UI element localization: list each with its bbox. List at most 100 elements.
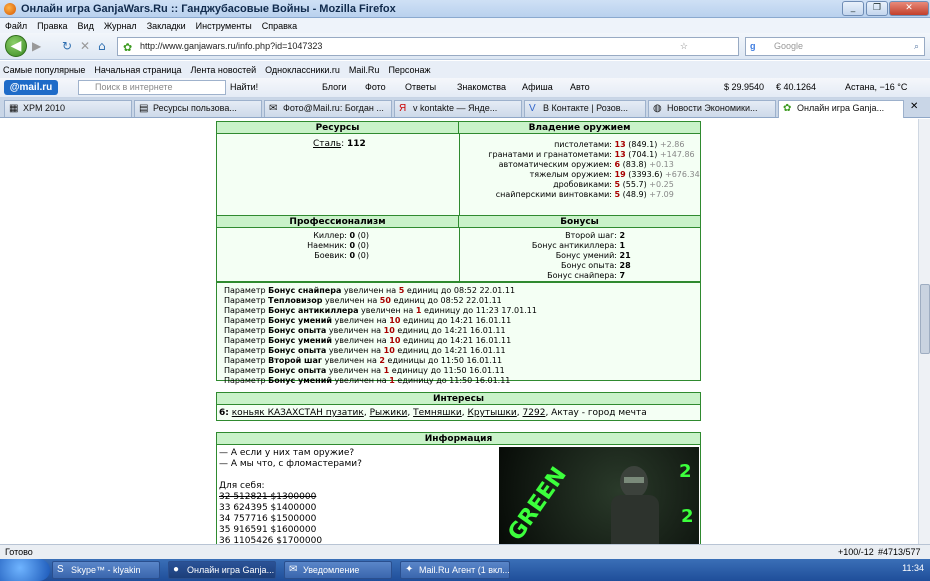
menu-bar: Файл Правка Вид Журнал Закладки Инструме… xyxy=(0,18,930,33)
svg-text:2: 2 xyxy=(681,506,694,527)
bookmark-mailru[interactable]: Mail.Ru xyxy=(349,65,380,75)
svg-text:2: 2 xyxy=(679,461,692,482)
interest-link[interactable]: Крутышки xyxy=(467,408,516,418)
vertical-scrollbar[interactable] xyxy=(918,119,930,544)
profession-row: Боевик: 0 (0) xyxy=(314,251,370,260)
bonus-log: Параметр Бонус снайпера увеличен на 5 ед… xyxy=(216,282,701,385)
page-content: Ресурсы Владение оружием Сталь: 112 пист… xyxy=(0,119,918,544)
menu-tools[interactable]: Инструменты xyxy=(196,21,252,31)
navigation-toolbar: ◀ ▶ ↻ ✕ ⌂ ✿ http://www.ganjawars.ru/info… xyxy=(0,33,930,60)
eur-rate: € 40.1264 xyxy=(776,82,817,92)
tab-vkontakte[interactable]: VВ Контакте | Розов... xyxy=(524,100,646,117)
mail-icon: ✉ xyxy=(269,103,278,114)
toolbar-dating[interactable]: Знакомства xyxy=(457,82,506,92)
bonuses-header: Бонусы xyxy=(459,216,700,228)
profession-row: Наемник: 0 (0) xyxy=(307,241,370,250)
tab-ganjawars[interactable]: ✿ Онлайн игра Ganja... xyxy=(778,100,904,118)
close-window-button[interactable]: ✕ xyxy=(889,1,929,16)
taskbar: S Skype™ - klyakin ● Онлайн игра Ganja... … xyxy=(0,559,930,581)
bookmark-character[interactable]: Персонаж xyxy=(388,65,430,75)
steel-link[interactable]: Сталь xyxy=(313,139,341,149)
toolbar-blogs[interactable]: Блоги xyxy=(322,82,346,92)
leaf-icon: ✿ xyxy=(783,103,792,114)
magnifier-icon[interactable]: ⌕ xyxy=(914,38,919,55)
grid-icon: ▦ xyxy=(9,103,19,114)
tab-yandex[interactable]: Яv kontakte — Янде... xyxy=(394,100,522,117)
menu-file[interactable]: Файл xyxy=(5,21,27,31)
interests-box: Интересы 6: коньяк КАЗАХСТАН пузатик, Ры… xyxy=(216,392,701,421)
title-bar: Онлайн игра GanjaWars.Ru :: Ганджубасовы… xyxy=(0,0,930,18)
toolbar-answers[interactable]: Ответы xyxy=(405,82,436,92)
maximize-button[interactable]: ❐ xyxy=(866,1,888,16)
minimize-button[interactable]: _ xyxy=(842,1,864,16)
log-line: Параметр Бонус умений увеличен на 10 еди… xyxy=(224,336,512,345)
search-input[interactable]: Google g ⌕ xyxy=(745,37,925,56)
log-line: Параметр Бонус умений увеличен на 10 еди… xyxy=(224,316,512,325)
weapons-list: пистолетами: 13 (849.1) +2.86 гранатами … xyxy=(462,140,699,200)
task-skype[interactable]: S Skype™ - klyakin xyxy=(52,561,160,579)
mailru-search-input[interactable]: Поиск в интернете xyxy=(78,80,226,95)
start-button[interactable] xyxy=(0,559,50,581)
tab-close-icon[interactable]: ✕ xyxy=(910,101,918,112)
bookmark-start[interactable]: Начальная страница xyxy=(94,65,181,75)
tab-xpm[interactable]: ▦ XPM 2010 xyxy=(4,100,132,117)
interest-link[interactable]: 7292 xyxy=(523,408,546,418)
bonus-row: Бонус антикиллера: 1 xyxy=(531,241,626,250)
agent-icon: ✦ xyxy=(405,564,414,575)
mailru-logo[interactable]: @mail.ru xyxy=(4,80,58,95)
avatar-image: GREEN 2 2 xyxy=(499,447,699,544)
yandex-icon: Я xyxy=(399,103,407,114)
skype-icon: S xyxy=(57,564,64,575)
globe-icon: ◍ xyxy=(653,103,662,114)
tab-news[interactable]: ◍ Новости Экономики... xyxy=(648,100,776,117)
weapon-row: автоматическим оружием: 6 (83.8) +0.13 xyxy=(498,160,674,169)
vk-icon: V xyxy=(529,103,536,114)
bookmark-news[interactable]: Лента новостей xyxy=(191,65,257,75)
toolbar-auto[interactable]: Авто xyxy=(570,82,590,92)
log-line: Параметр Тепловизор увеличен на 50 едини… xyxy=(224,296,502,305)
menu-view[interactable]: Вид xyxy=(78,21,94,31)
interest-link[interactable]: Рыжики xyxy=(370,408,408,418)
bonus-row: Бонус снайпера: 7 xyxy=(547,271,626,280)
find-button[interactable]: Найти! xyxy=(230,82,258,92)
task-notification[interactable]: ✉ Уведомление xyxy=(284,561,392,579)
google-icon[interactable]: g xyxy=(750,38,756,55)
information-box: Информация — А если у них там оружие? — … xyxy=(216,432,701,544)
weapon-row: дробовиками: 5 (55.7) +0.25 xyxy=(553,180,674,189)
tab-resources[interactable]: ▤ Ресурсы пользова... xyxy=(134,100,262,117)
url-bar[interactable]: ✿ http://www.ganjawars.ru/info.php?id=10… xyxy=(117,37,739,56)
resources-header: Ресурсы xyxy=(217,122,459,134)
back-button[interactable]: ◀ xyxy=(5,35,27,57)
toolbar-photo[interactable]: Фото xyxy=(365,82,386,92)
page-icon: ▤ xyxy=(139,103,149,114)
star-icon[interactable]: ☆ xyxy=(680,38,688,55)
bonus-row: Бонус умений: 21 xyxy=(555,251,631,260)
home-icon[interactable]: ⌂ xyxy=(98,39,106,53)
firefox-task-icon: ● xyxy=(173,564,180,575)
reload-icon[interactable]: ↻ xyxy=(62,39,72,53)
menu-history[interactable]: Журнал xyxy=(104,21,137,31)
menu-bookmarks[interactable]: Закладки xyxy=(147,21,186,31)
task-mailru-agent[interactable]: ✦ Mail.Ru Агент (1 вкл... xyxy=(400,561,510,579)
mailru-search-placeholder: Поиск в интернете xyxy=(95,82,173,92)
menu-edit[interactable]: Правка xyxy=(37,21,67,31)
tab-photo-mail[interactable]: ✉ Фото@Mail.ru: Богдан ... xyxy=(264,100,392,117)
log-line: Параметр Бонус опыта увеличен на 10 един… xyxy=(224,326,506,335)
forward-icon[interactable]: ▶ xyxy=(32,39,41,53)
stop-icon[interactable]: ✕ xyxy=(80,39,90,53)
page-counter: #4713/577 xyxy=(878,547,921,557)
interest-link[interactable]: Темняшки xyxy=(413,408,462,418)
url-text: http://www.ganjawars.ru/info.php?id=1047… xyxy=(140,41,323,51)
bookmark-popular[interactable]: Самые популярные xyxy=(3,65,85,75)
usd-rate: $ 29.9540 xyxy=(724,82,765,92)
mail-task-icon: ✉ xyxy=(289,564,298,575)
scrollbar-thumb[interactable] xyxy=(920,284,930,354)
bookmarks-bar: Самые популярные Начальная страница Лент… xyxy=(0,61,930,78)
bookmark-odnoklassniki[interactable]: Одноклассники.ru xyxy=(265,65,340,75)
interest-link[interactable]: коньяк КАЗАХСТАН пузатик xyxy=(232,408,364,418)
menu-help[interactable]: Справка xyxy=(262,21,297,31)
task-firefox[interactable]: ● Онлайн игра Ganja... xyxy=(168,561,276,579)
mailru-toolbar: @mail.ru Поиск в интернете Найти! Блоги … xyxy=(0,78,930,98)
toolbar-afisha[interactable]: Афиша xyxy=(522,82,553,92)
profession-row: Киллер: 0 (0) xyxy=(313,231,370,240)
